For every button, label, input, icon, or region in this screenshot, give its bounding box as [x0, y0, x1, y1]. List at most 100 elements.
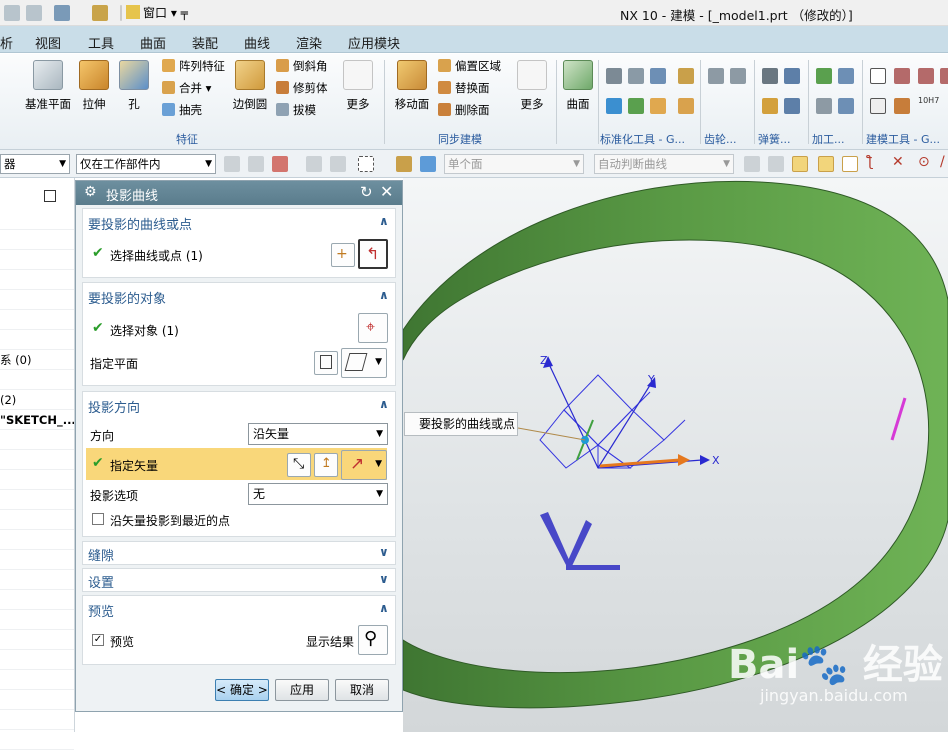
- menu-assembly[interactable]: 装配: [192, 33, 218, 52]
- machining-tool-icon[interactable]: [816, 98, 832, 114]
- chevron-up-icon[interactable]: ∧: [379, 288, 389, 302]
- curve-icon[interactable]: ƪ: [868, 154, 873, 170]
- center-point-icon[interactable]: ⊙: [918, 154, 930, 170]
- menu-render[interactable]: 渲染: [296, 33, 322, 52]
- replace-face-button[interactable]: 替换面: [438, 79, 490, 97]
- modeling-tool-icon[interactable]: [870, 98, 886, 114]
- section-settings-title[interactable]: 设置: [88, 572, 114, 591]
- navigator-row[interactable]: [0, 230, 74, 250]
- std-tool-icon[interactable]: [678, 68, 694, 84]
- navigator-row[interactable]: [0, 250, 74, 270]
- rectangle-select-icon[interactable]: [358, 156, 374, 172]
- navigator-row[interactable]: [0, 290, 74, 310]
- navigator-row[interactable]: [0, 670, 74, 690]
- section-gap-title[interactable]: 缝隙: [88, 545, 114, 564]
- apply-button[interactable]: 应用: [275, 679, 329, 701]
- pattern-feature-button[interactable]: 阵列特征: [162, 57, 225, 75]
- section-gap[interactable]: [82, 541, 396, 565]
- trim-body-button[interactable]: 修剪体: [276, 79, 328, 97]
- move-face-button[interactable]: 移动面: [394, 60, 430, 112]
- menu-applications[interactable]: 应用模块: [348, 33, 400, 52]
- surface-button[interactable]: 曲面: [562, 60, 594, 112]
- std-tool-icon[interactable]: [606, 98, 622, 114]
- navigator-row[interactable]: [0, 450, 74, 470]
- navigator-row[interactable]: [0, 490, 74, 510]
- navigator-row[interactable]: [0, 430, 74, 450]
- wrench-icon[interactable]: [54, 5, 70, 21]
- triangle-tool-icon[interactable]: [870, 68, 886, 84]
- std-tool-icon[interactable]: [606, 68, 622, 84]
- filter-combo[interactable]: 器 ▼: [0, 154, 70, 174]
- navigator-row[interactable]: 系 (0): [0, 350, 74, 370]
- more-sync-button[interactable]: 更多: [516, 60, 548, 112]
- unite-button[interactable]: 合并 ▾: [162, 79, 211, 97]
- gear-tool-icon[interactable]: [708, 68, 724, 84]
- modeling-tool-icon[interactable]: [940, 68, 948, 84]
- delete-face-button[interactable]: 删除面: [438, 101, 490, 119]
- navigator-row[interactable]: [0, 470, 74, 490]
- spring-tool-icon[interactable]: [762, 98, 778, 114]
- modeling-tool-icon[interactable]: [894, 68, 910, 84]
- plane-type-dropdown[interactable]: ▼: [341, 348, 387, 378]
- select-tool-icon[interactable]: [272, 156, 288, 172]
- modeling-tool-icon[interactable]: [894, 98, 910, 114]
- offset-region-button[interactable]: 偏置区域: [438, 57, 501, 75]
- curve-rule-button[interactable]: +: [331, 243, 355, 267]
- draft-button[interactable]: 拔模: [276, 101, 316, 119]
- menu-surface[interactable]: 曲面: [140, 33, 166, 52]
- select-tool-icon[interactable]: [420, 156, 436, 172]
- window-menu[interactable]: 窗口 ▾ ╤: [126, 4, 188, 21]
- navigator-row[interactable]: [0, 610, 74, 630]
- navigator-row[interactable]: [0, 330, 74, 350]
- select-tool-icon[interactable]: [330, 156, 346, 172]
- preview-checkbox[interactable]: ✓: [92, 634, 104, 646]
- section-preview-title[interactable]: 预览: [88, 601, 114, 620]
- select-object-label[interactable]: 选择对象 (1): [110, 322, 179, 339]
- curve-select-button[interactable]: ↰: [358, 239, 388, 269]
- plane-dialog-button[interactable]: [314, 351, 338, 375]
- select-tool-icon[interactable]: [396, 156, 412, 172]
- machining-tool-icon[interactable]: [816, 68, 832, 84]
- navigator-row[interactable]: [0, 530, 74, 550]
- spring-tool-icon[interactable]: [762, 68, 778, 84]
- select-curves-label[interactable]: 选择曲线或点 (1): [110, 247, 203, 264]
- show-result-button[interactable]: ⚲: [358, 625, 388, 655]
- select-tool-icon[interactable]: [306, 156, 322, 172]
- gear-tool-icon[interactable]: [730, 68, 746, 84]
- section-curves-title[interactable]: 要投影的曲线或点: [88, 214, 192, 233]
- cancel-button[interactable]: 取消: [335, 679, 389, 701]
- scope-combo[interactable]: 仅在工作部件内 ▼: [76, 154, 216, 174]
- navigator-row[interactable]: [0, 550, 74, 570]
- tolerance-label[interactable]: 10H7: [918, 96, 939, 105]
- navigator-row[interactable]: (2): [0, 390, 74, 410]
- spring-tool-icon[interactable]: [784, 98, 800, 114]
- vector-type-dropdown[interactable]: ↗ ▼: [341, 450, 387, 480]
- menu-analysis[interactable]: 析: [0, 33, 13, 52]
- hole-button[interactable]: 孔: [118, 60, 150, 112]
- chevron-up-icon[interactable]: ∧: [379, 601, 389, 615]
- navigator-row[interactable]: [0, 650, 74, 670]
- navigator-row[interactable]: "SKETCH_...: [0, 410, 74, 430]
- intersection-icon[interactable]: ✕: [892, 154, 904, 170]
- std-tool-icon[interactable]: [628, 98, 644, 114]
- machining-tool-icon[interactable]: [838, 98, 854, 114]
- specify-vector-label[interactable]: 指定矢量: [110, 457, 158, 474]
- snap-point-icon[interactable]: [792, 156, 808, 172]
- nearest-point-label[interactable]: 沿矢量投影到最近的点: [110, 512, 230, 529]
- section-settings[interactable]: [82, 568, 396, 592]
- std-tool-icon[interactable]: [650, 98, 666, 114]
- navigator-row[interactable]: [0, 570, 74, 590]
- reverse-direction-button[interactable]: ⤡: [287, 453, 311, 477]
- end-point-icon[interactable]: /: [940, 154, 945, 170]
- navigator-row[interactable]: [0, 510, 74, 530]
- modeling-tool-icon[interactable]: [918, 68, 934, 84]
- line-icon[interactable]: [842, 156, 858, 172]
- maximize-icon[interactable]: [44, 190, 56, 202]
- menu-tools[interactable]: 工具: [88, 33, 114, 52]
- navigator-row[interactable]: [0, 210, 74, 230]
- projection-option-select[interactable]: 无 ▼: [248, 483, 388, 505]
- select-tool-icon[interactable]: [248, 156, 264, 172]
- copy-icon[interactable]: [4, 5, 20, 21]
- chevron-down-icon[interactable]: ∨: [379, 545, 389, 559]
- shell-button[interactable]: 抽壳: [162, 101, 202, 119]
